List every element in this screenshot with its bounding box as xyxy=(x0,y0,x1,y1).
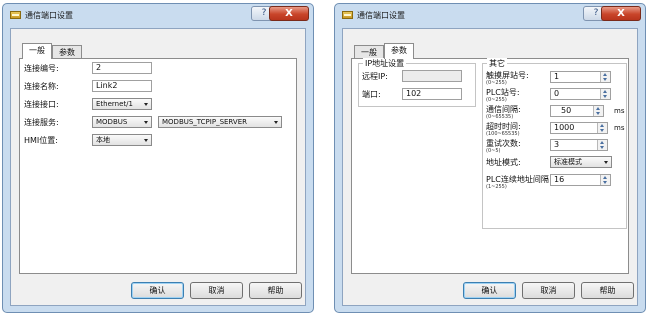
connection-service-protocol-dropdown[interactable]: MODBUS_TCPIP_SERVER xyxy=(158,116,282,128)
address-mode-dropdown[interactable]: 标准模式 xyxy=(550,156,612,168)
close-button[interactable]: X xyxy=(601,6,641,21)
other-settings-group-title: 其它 xyxy=(487,58,507,69)
connection-service-value: MODBUS xyxy=(96,118,128,126)
chevron-down-icon xyxy=(274,121,278,124)
address-mode-label: 地址模式: xyxy=(486,158,521,167)
ip-address-group-title: IP地址设置 xyxy=(363,58,407,69)
spin-arrows-icon[interactable] xyxy=(600,175,610,185)
hmi-position-label: HMI位置: xyxy=(24,136,58,145)
comm-port-settings-window-parameters: 通信端口设置 ? X 一般 参数 IP地址设置 远程IP: 端口: 102 其它… xyxy=(334,3,646,313)
help-button[interactable]: 帮助 xyxy=(581,282,634,299)
comm-interval-range: (0~65535) xyxy=(486,114,514,120)
comm-port-settings-window-general: 通信端口设置 ? X 一般 参数 连接编号: 2 连接名称: Link2 连接接… xyxy=(2,3,314,313)
window-title: 通信端口设置 xyxy=(25,11,73,20)
comm-interval-spinner[interactable]: 50 xyxy=(550,105,604,117)
connection-service-label: 连接服务: xyxy=(24,118,59,127)
ok-button[interactable]: 确认 xyxy=(131,282,184,299)
spin-arrows-icon[interactable] xyxy=(593,106,603,116)
tab-parameters[interactable]: 参数 xyxy=(384,43,414,59)
connection-name-label: 连接名称: xyxy=(24,82,59,91)
dialog-client-area: 一般 参数 IP地址设置 远程IP: 端口: 102 其它 触摸屏站号: (0~… xyxy=(342,28,638,306)
spin-arrows-icon[interactable] xyxy=(597,140,607,150)
title-bar[interactable]: 通信端口设置 ? X xyxy=(335,4,645,26)
retry-count-range: (0~5) xyxy=(486,148,501,154)
chevron-down-icon xyxy=(144,103,148,106)
tab-parameters[interactable]: 参数 xyxy=(52,45,82,59)
timeout-range: (100~65535) xyxy=(486,131,520,137)
cancel-button[interactable]: 取消 xyxy=(190,282,243,299)
address-mode-value: 标准模式 xyxy=(554,158,582,166)
hmi-position-dropdown[interactable]: 本地 xyxy=(92,134,152,146)
app-icon xyxy=(10,11,21,19)
remote-ip-label: 远程IP: xyxy=(362,72,388,81)
app-icon xyxy=(342,11,353,19)
parameters-tab-panel: IP地址设置 远程IP: 端口: 102 其它 触摸屏站号: (0~255) 1… xyxy=(351,58,629,274)
dialog-client-area: 一般 参数 连接编号: 2 连接名称: Link2 连接接口: Ethernet… xyxy=(10,28,306,306)
touch-station-value: 1 xyxy=(554,72,560,81)
connection-service-dropdown[interactable]: MODBUS xyxy=(92,116,152,128)
touch-station-spinner[interactable]: 1 xyxy=(550,71,611,83)
timeout-value: 1000 xyxy=(554,123,575,132)
touch-station-range: (0~255) xyxy=(486,80,507,86)
plc-address-gap-range: (1~255) xyxy=(486,184,507,190)
spin-arrows-icon[interactable] xyxy=(600,89,610,99)
connection-port-dropdown[interactable]: Ethernet/1 xyxy=(92,98,152,110)
ok-button[interactable]: 确认 xyxy=(463,282,516,299)
remote-ip-field[interactable] xyxy=(402,70,462,82)
retry-count-value: 3 xyxy=(554,140,560,149)
plc-station-value: 0 xyxy=(554,89,560,98)
tab-general[interactable]: 一般 xyxy=(22,43,52,59)
plc-address-gap-value: 16 xyxy=(554,175,565,184)
connection-name-field[interactable]: Link2 xyxy=(92,80,152,92)
timeout-unit: ms xyxy=(614,124,625,132)
timeout-spinner[interactable]: 1000 xyxy=(550,122,608,134)
comm-interval-value: 50 xyxy=(561,106,572,115)
port-label: 端口: xyxy=(362,90,381,99)
connection-number-label: 连接编号: xyxy=(24,64,59,73)
spin-arrows-icon[interactable] xyxy=(597,123,607,133)
window-title: 通信端口设置 xyxy=(357,11,405,20)
help-button[interactable]: 帮助 xyxy=(249,282,302,299)
spin-arrows-icon[interactable] xyxy=(600,72,610,82)
plc-station-spinner[interactable]: 0 xyxy=(550,88,611,100)
comm-interval-unit: ms xyxy=(614,107,625,115)
connection-port-label: 连接接口: xyxy=(24,100,59,109)
chevron-down-icon xyxy=(604,161,608,164)
cancel-button[interactable]: 取消 xyxy=(522,282,575,299)
general-tab-panel: 连接编号: 2 连接名称: Link2 连接接口: Ethernet/1 连接服… xyxy=(19,58,297,274)
connection-service-protocol-value: MODBUS_TCPIP_SERVER xyxy=(162,118,247,126)
chevron-down-icon xyxy=(144,121,148,124)
chevron-down-icon xyxy=(144,139,148,142)
plc-station-range: (0~255) xyxy=(486,97,507,103)
port-field[interactable]: 102 xyxy=(402,88,462,100)
retry-count-spinner[interactable]: 3 xyxy=(550,139,608,151)
close-button[interactable]: X xyxy=(269,6,309,21)
tab-general[interactable]: 一般 xyxy=(354,45,384,59)
title-bar[interactable]: 通信端口设置 ? X xyxy=(3,4,313,26)
connection-port-value: Ethernet/1 xyxy=(96,100,133,108)
plc-address-gap-spinner[interactable]: 16 xyxy=(550,174,611,186)
hmi-position-value: 本地 xyxy=(96,136,110,144)
connection-number-field[interactable]: 2 xyxy=(92,62,152,74)
